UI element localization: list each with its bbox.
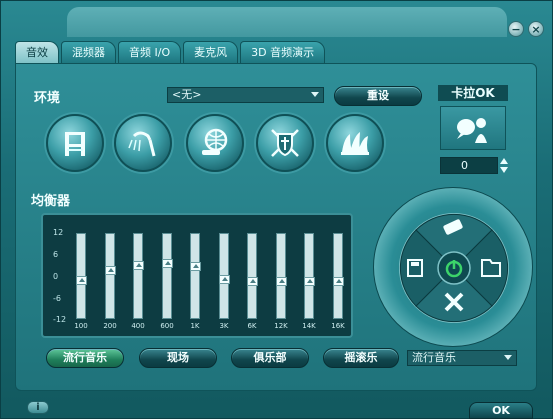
chevron-down-icon [311,92,319,97]
eq-slider-track[interactable] [219,233,230,319]
control-dial [373,187,533,347]
info-button[interactable]: i [27,401,49,414]
preset-pop-button[interactable]: 流行音乐 [46,348,124,368]
tab-microphone[interactable]: 麦克风 [183,41,239,63]
preset-select-value: 流行音乐 [412,351,456,364]
chair-icon [65,132,85,156]
eq-slider-track[interactable] [276,233,287,319]
globe-pipe-icon [202,128,228,155]
equalizer-label: 均衡器 [31,194,71,209]
preset-club-button[interactable]: 俱乐部 [231,348,309,368]
tab-sound-effects[interactable]: 音效 [15,41,59,63]
singers-icon [457,118,487,143]
spin-up-icon[interactable] [500,157,508,165]
reset-button[interactable]: 重设 [334,86,422,106]
eq-slider-track[interactable] [190,233,201,319]
eq-slider-knob[interactable] [304,277,315,286]
ok-button[interactable]: OK [469,402,533,419]
eq-slider-knob[interactable] [162,259,173,268]
eq-frequency-label: 100 [74,322,88,330]
karaoke-value-field[interactable]: 0 [440,157,498,174]
eq-slider-knob[interactable] [133,261,144,270]
environment-select[interactable]: <无> [167,87,324,103]
env-living-room-button[interactable] [46,114,104,172]
eq-slider-track[interactable] [247,233,258,319]
tab-audio-io[interactable]: 音频 I/O [118,41,182,63]
eq-slider-knob[interactable] [190,262,201,271]
eq-frequency-label: 3K [219,322,229,330]
eq-frequency-label: 600 [160,322,174,330]
minimize-button[interactable]: − [508,21,524,37]
scale-tick-label: 12 [53,228,64,237]
karaoke-toggle-button[interactable] [440,106,506,150]
preset-rock-button[interactable]: 摇滚乐 [323,348,399,368]
tab-bar: 音效 混频器 音频 I/O 麦克风 3D 音频演示 [15,41,327,63]
eq-slider-track[interactable] [333,233,344,319]
spin-down-icon[interactable] [500,166,508,174]
shower-icon [128,131,156,157]
preset-select[interactable]: 流行音乐 [407,350,517,366]
eq-slider-knob[interactable] [247,277,258,286]
eq-slider-track[interactable] [76,233,87,319]
env-auditorium-button[interactable] [326,114,384,172]
eq-slider-knob[interactable] [105,266,116,275]
eq-slider-knob[interactable] [76,276,87,285]
env-bathroom-button[interactable] [114,114,172,172]
karaoke-panel: 卡拉OK 0 [438,85,508,177]
karaoke-label: 卡拉OK [438,85,508,101]
environment-label: 环境 [34,91,61,106]
scale-tick-label: -6 [53,294,61,303]
scale-tick-label: 6 [53,250,59,259]
audio-manager-window: − × 音效 混频器 音频 I/O 麦克风 3D 音频演示 环境 <无> 重设 [0,0,553,419]
eq-slider-knob[interactable] [276,277,287,286]
opera-house-icon [341,132,369,155]
eq-frequency-label: 400 [131,322,145,330]
eq-frequency-label: 14K [302,322,316,330]
environment-select-value: <无> [172,88,202,101]
eq-frequency-label: 1K [190,322,200,330]
env-stone-corridor-button[interactable] [256,114,314,172]
close-button[interactable]: × [528,21,544,37]
title-bar[interactable] [67,7,507,37]
eq-frequency-label: 12K [274,322,288,330]
eq-slider-track[interactable] [105,233,116,319]
eq-slider-track[interactable] [162,233,173,319]
env-arena-button[interactable] [186,114,244,172]
shield-swords-icon [271,129,299,157]
chevron-down-icon [504,355,512,360]
eq-frequency-label: 6K [247,322,257,330]
eq-frequency-label: 16K [331,322,345,330]
eq-slider-knob[interactable] [219,275,230,284]
eq-frequency-label: 200 [103,322,117,330]
scale-tick-label: 0 [53,272,59,281]
preset-live-button[interactable]: 现场 [139,348,217,368]
tab-mixer[interactable]: 混频器 [61,41,116,63]
scale-tick-label: -12 [53,315,67,324]
eq-slider-knob[interactable] [333,277,344,286]
eq-slider-track[interactable] [304,233,315,319]
tab-3d-audio-demo[interactable]: 3D 音频演示 [240,41,326,63]
eq-slider-track[interactable] [133,233,144,319]
